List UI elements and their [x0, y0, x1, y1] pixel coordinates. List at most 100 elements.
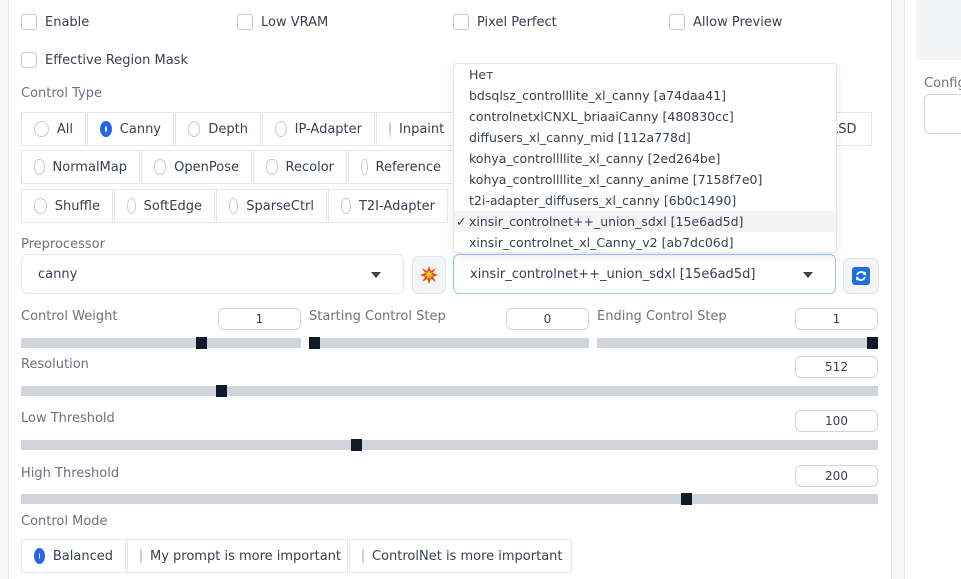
radio-dot[interactable]	[127, 198, 136, 214]
slider-thumb[interactable]	[216, 385, 227, 397]
radio-dot[interactable]	[34, 198, 47, 214]
radio-dot[interactable]	[275, 121, 287, 137]
radio-openpose[interactable]: OpenPose	[141, 150, 252, 184]
slider-thumb[interactable]	[681, 493, 692, 505]
explosion-icon	[420, 266, 438, 284]
allow-preview-checkbox[interactable]: Allow Preview	[669, 14, 782, 30]
enable-label: Enable	[45, 14, 90, 30]
radio-ip-adapter[interactable]: IP-Adapter	[262, 112, 375, 146]
config-box[interactable]	[924, 94, 961, 134]
ending-step-slider[interactable]	[597, 337, 878, 349]
slider-thumb[interactable]	[351, 439, 362, 451]
slider-thumb[interactable]	[867, 337, 878, 349]
radio-dot[interactable]	[34, 159, 45, 175]
radio-dot[interactable]	[188, 121, 201, 137]
checkbox-box[interactable]	[237, 14, 253, 30]
ending-step-input[interactable]: 1	[795, 308, 878, 330]
checkbox-box[interactable]	[669, 14, 685, 30]
radio-label: Depth	[208, 121, 248, 137]
radio-dot[interactable]	[154, 159, 167, 175]
control-mode-label: Control Mode	[21, 514, 108, 529]
dropdown-option-selected[interactable]: ✓ xinsir_controlnet++_union_sdxl [15e6ad5…	[454, 211, 836, 232]
dropdown-option[interactable]: diffusers_xl_canny_mid [112a778d]	[454, 127, 836, 148]
radio-label: Inpaint	[399, 121, 445, 137]
dropdown-option[interactable]: t2i-adapter_diffusers_xl_canny [6b0c1490…	[454, 190, 836, 211]
radio-dot[interactable]	[389, 121, 391, 137]
radio-dot[interactable]	[34, 121, 49, 137]
radio-label: IP-Adapter	[294, 121, 362, 137]
low-threshold-label: Low Threshold	[21, 411, 115, 426]
control-weight-slider[interactable]	[21, 337, 301, 349]
radio-dot[interactable]	[341, 198, 351, 214]
radio-sparsectrl[interactable]: SparseCtrl	[216, 189, 327, 223]
radio-dot[interactable]	[140, 548, 142, 564]
ending-step-label: Ending Control Step	[597, 309, 727, 324]
pixel-perfect-label: Pixel Perfect	[477, 14, 557, 30]
high-threshold-label: High Threshold	[21, 466, 120, 481]
slider-thumb[interactable]	[196, 337, 207, 349]
radio-shuffle[interactable]: Shuffle	[21, 189, 113, 223]
high-threshold-input[interactable]: 200	[795, 465, 878, 487]
radio-label: Reference	[375, 159, 441, 175]
refresh-models-button[interactable]	[843, 258, 879, 294]
radio-controlnet-more-important[interactable]: ControlNet is more important	[349, 539, 572, 573]
dropdown-option[interactable]: controlnetxlCNXL_briaaiCanny [480830cc]	[454, 106, 836, 127]
radio-dot[interactable]	[266, 159, 278, 175]
starting-step-input[interactable]: 0	[506, 308, 589, 330]
config-label: Config	[924, 76, 961, 91]
radio-all[interactable]: All	[21, 112, 86, 146]
radio-softedge[interactable]: SoftEdge	[114, 189, 215, 223]
radio-label: ControlNet is more important	[372, 548, 563, 564]
radio-canny[interactable]: Canny	[87, 112, 174, 146]
effective-region-mask-label: Effective Region Mask	[45, 52, 188, 68]
radio-balanced[interactable]: Balanced	[21, 539, 126, 573]
radio-label: T2I-Adapter	[358, 198, 435, 214]
low-vram-checkbox[interactable]: Low VRAM	[237, 14, 328, 30]
radio-label: SoftEdge	[143, 198, 202, 214]
control-weight-input[interactable]: 1	[218, 308, 301, 330]
checkbox-box[interactable]	[21, 52, 37, 68]
preprocessor-value: canny	[38, 266, 78, 282]
radio-label: Shuffle	[54, 198, 100, 214]
resolution-label: Resolution	[21, 357, 89, 372]
resolution-slider[interactable]	[21, 385, 878, 397]
effective-region-mask-checkbox[interactable]: Effective Region Mask	[21, 52, 188, 68]
radio-dot[interactable]	[362, 548, 364, 564]
radio-normalmap[interactable]: NormalMap	[21, 150, 140, 184]
control-weight-label: Control Weight	[21, 309, 118, 324]
starting-step-slider[interactable]	[309, 337, 589, 349]
radio-reference[interactable]: Reference	[348, 150, 454, 184]
preprocessor-select[interactable]: canny	[21, 254, 404, 294]
low-threshold-slider[interactable]	[21, 439, 878, 451]
checkbox-box[interactable]	[453, 14, 469, 30]
radio-dot-selected[interactable]	[34, 548, 45, 564]
pixel-perfect-checkbox[interactable]: Pixel Perfect	[453, 14, 557, 30]
radio-depth[interactable]: Depth	[175, 112, 261, 146]
dropdown-option[interactable]: kohya_controllllite_xl_canny_anime [7158…	[454, 169, 836, 190]
model-select[interactable]: xinsir_controlnet++_union_sdxl [15e6ad5d…	[453, 254, 836, 294]
dropdown-option[interactable]: Нет	[454, 64, 836, 85]
radio-dot[interactable]	[229, 198, 239, 214]
run-preprocessor-button[interactable]	[412, 256, 446, 294]
radio-recolor[interactable]: Recolor	[253, 150, 347, 184]
high-threshold-slider[interactable]	[21, 493, 878, 505]
side-panel-header	[916, 0, 961, 60]
dropdown-option[interactable]: kohya_controllllite_xl_canny [2ed264be]	[454, 148, 836, 169]
starting-step-label: Starting Control Step	[309, 309, 446, 324]
slider-thumb[interactable]	[309, 337, 320, 349]
low-threshold-input[interactable]: 100	[795, 410, 878, 432]
radio-label: NormalMap	[52, 159, 127, 175]
enable-checkbox[interactable]: Enable	[21, 14, 89, 30]
checkbox-box[interactable]	[21, 14, 37, 30]
resolution-input[interactable]: 512	[795, 356, 878, 378]
dropdown-option[interactable]: xinsir_controlnet_xl_Canny_v2 [ab7dc06d]	[454, 232, 836, 253]
radio-my-prompt-more-important[interactable]: My prompt is more important	[127, 539, 348, 573]
radio-label: Canny	[119, 121, 161, 137]
model-dropdown-list[interactable]: Нет bdsqlsz_controlllite_xl_canny [a74da…	[453, 63, 837, 253]
dropdown-option[interactable]: bdsqlsz_controlllite_xl_canny [a74daa41]	[454, 85, 836, 106]
radio-t2i-adapter[interactable]: T2I-Adapter	[328, 189, 448, 223]
radio-dot[interactable]	[361, 159, 368, 175]
radio-dot-selected[interactable]	[100, 121, 112, 137]
radio-inpaint[interactable]: Inpaint	[376, 112, 456, 146]
control-type-label: Control Type	[21, 86, 102, 101]
